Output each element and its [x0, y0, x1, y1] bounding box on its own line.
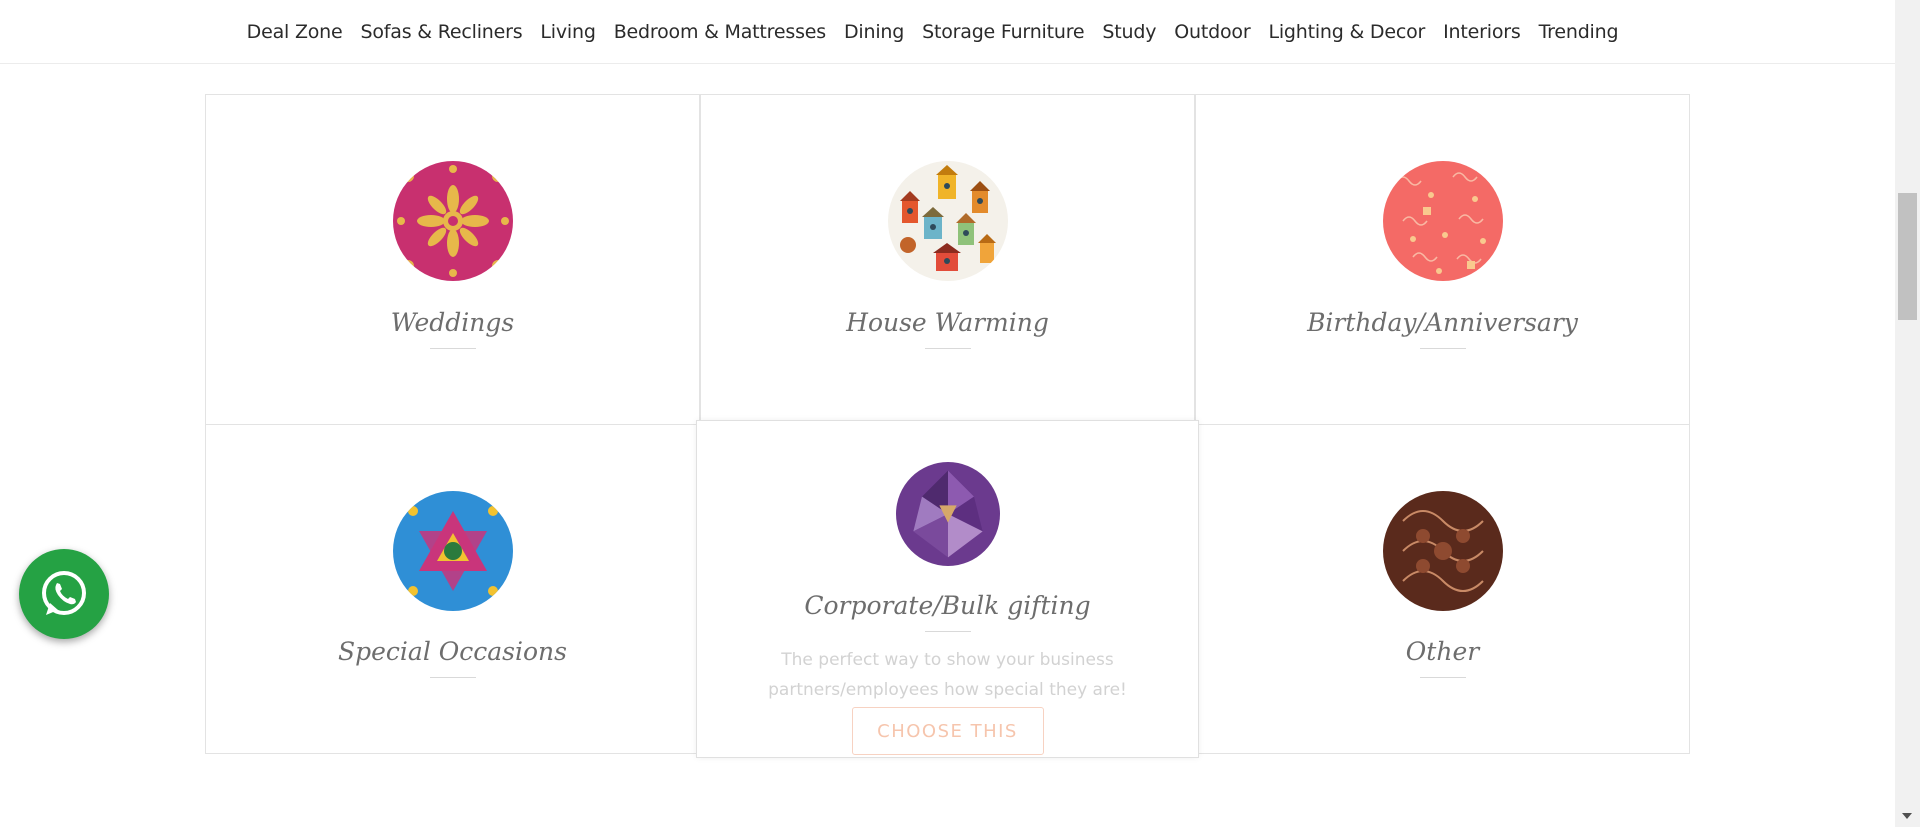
occasion-card-special-occasions[interactable]: Special Occasions — [205, 424, 700, 754]
occasion-description: The perfect way to show your business pa… — [768, 650, 1127, 700]
occasion-label: Birthday/Anniversary — [1307, 308, 1578, 337]
crystal-pattern-icon — [895, 462, 1000, 566]
occasion-card-corporate-bulk-gifting[interactable]: Corporate/Bulk gifting The perfect way t… — [696, 420, 1199, 758]
birdhouses-pattern-icon — [887, 161, 1008, 281]
scrollbar[interactable] — [1895, 0, 1920, 827]
nav-item-study[interactable]: Study — [1093, 21, 1165, 43]
birthday-pattern-icon — [1382, 161, 1503, 281]
label-underline — [429, 348, 476, 349]
kaleidoscope-pattern-icon — [392, 491, 513, 611]
label-underline — [429, 677, 476, 678]
occasion-label: House Warming — [846, 308, 1049, 337]
nav-item-deal-zone[interactable]: Deal Zone — [238, 21, 352, 43]
occasion-card-house-warming[interactable]: House Warming — [700, 94, 1195, 425]
occasion-grid: Weddings House Warming Birthday/Annivers… — [205, 94, 1690, 758]
label-underline — [1419, 348, 1466, 349]
nav-item-interiors[interactable]: Interiors — [1434, 21, 1529, 43]
occasion-card-other[interactable]: Other — [1195, 424, 1690, 754]
occasion-label: Other — [1405, 637, 1480, 666]
nav-list: Deal Zone Sofas & Recliners Living Bedro… — [238, 21, 1628, 43]
whatsapp-icon — [42, 571, 86, 615]
nav-item-bedroom-mattresses[interactable]: Bedroom & Mattresses — [605, 21, 835, 43]
scrollbar-thumb[interactable] — [1898, 193, 1917, 320]
label-underline — [924, 631, 971, 632]
top-navigation: Deal Zone Sofas & Recliners Living Bedro… — [0, 0, 1895, 64]
occasion-card-birthday-anniversary[interactable]: Birthday/Anniversary — [1195, 94, 1690, 425]
occasion-label: Weddings — [390, 308, 515, 337]
choose-this-button[interactable]: CHOOSE THIS — [851, 707, 1044, 755]
nav-item-sofas-recliners[interactable]: Sofas & Recliners — [352, 21, 532, 43]
occasion-label: Special Occasions — [338, 637, 567, 666]
nav-item-living[interactable]: Living — [531, 21, 604, 43]
label-underline — [924, 348, 971, 349]
weddings-pattern-icon — [392, 161, 513, 281]
nav-item-lighting-decor[interactable]: Lighting & Decor — [1259, 21, 1434, 43]
occasion-label: Corporate/Bulk gifting — [804, 591, 1091, 620]
paisley-pattern-icon — [1382, 491, 1503, 611]
nav-item-storage-furniture[interactable]: Storage Furniture — [913, 21, 1093, 43]
whatsapp-button[interactable] — [19, 549, 109, 639]
nav-item-outdoor[interactable]: Outdoor — [1165, 21, 1259, 43]
occasion-card-weddings[interactable]: Weddings — [205, 94, 700, 425]
nav-item-dining[interactable]: Dining — [835, 21, 913, 43]
nav-item-trending[interactable]: Trending — [1530, 21, 1628, 43]
scroll-down-arrow-icon[interactable] — [1902, 813, 1912, 819]
label-underline — [1419, 677, 1466, 678]
